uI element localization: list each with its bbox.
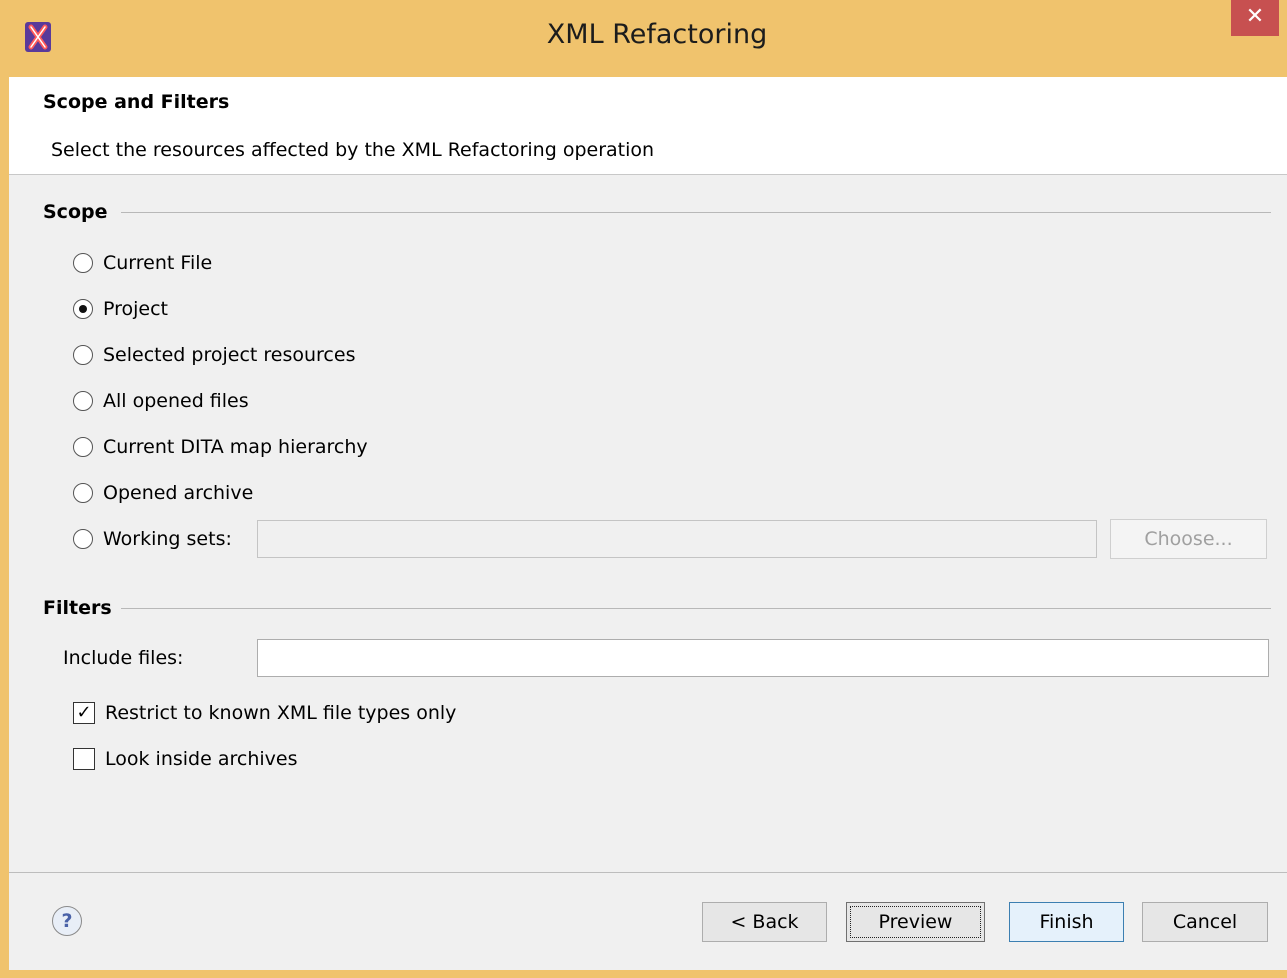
choose-button[interactable]: Choose... <box>1110 519 1267 559</box>
look-inside-archives-row[interactable]: Look inside archives <box>73 745 297 773</box>
look-inside-archives-checkbox[interactable] <box>73 748 95 770</box>
finish-button[interactable]: Finish <box>1009 902 1124 942</box>
radio-label: Project <box>103 298 169 320</box>
radio-opened-archive[interactable]: Opened archive <box>73 479 253 507</box>
page-description: Select the resources affected by the XML… <box>51 139 655 161</box>
close-button[interactable]: ✕ <box>1231 0 1279 36</box>
radio-label: All opened files <box>103 390 249 412</box>
restrict-xml-checkbox[interactable]: ✓ <box>73 702 95 724</box>
radio-button[interactable] <box>73 299 93 319</box>
radio-label: Working sets: <box>103 528 232 550</box>
radio-button[interactable] <box>73 437 93 457</box>
title-bar[interactable]: XML Refactoring ✕ <box>0 0 1287 77</box>
radio-all-opened-files[interactable]: All opened files <box>73 387 249 415</box>
filters-divider <box>121 608 1271 609</box>
radio-label: Opened archive <box>103 482 254 504</box>
radio-button[interactable] <box>73 253 93 273</box>
radio-button[interactable] <box>73 529 93 549</box>
include-files-label: Include files: <box>63 647 184 669</box>
cancel-button[interactable]: Cancel <box>1142 902 1268 942</box>
working-sets-field[interactable] <box>257 520 1097 558</box>
filters-group-title: Filters <box>43 597 112 619</box>
checkbox-label: Look inside archives <box>105 748 298 770</box>
radio-label: Current DITA map hierarchy <box>103 436 368 458</box>
radio-selected-project-resources[interactable]: Selected project resources <box>73 341 355 369</box>
radio-button[interactable] <box>73 483 93 503</box>
radio-project[interactable]: Project <box>73 295 168 323</box>
include-files-input[interactable] <box>257 639 1269 677</box>
wizard-header: Scope and Filters Select the resources a… <box>9 77 1287 175</box>
checkbox-label: Restrict to known XML file types only <box>105 702 457 724</box>
radio-button[interactable] <box>73 345 93 365</box>
scope-divider <box>121 212 1271 213</box>
radio-label: Current File <box>103 252 213 274</box>
preview-button[interactable]: Preview <box>846 902 985 942</box>
radio-current-file[interactable]: Current File <box>73 249 212 277</box>
dialog-body: Scope and Filters Select the resources a… <box>9 77 1287 970</box>
footer-divider <box>9 872 1287 873</box>
scope-group-title: Scope <box>43 201 108 223</box>
back-button[interactable]: < Back <box>702 902 827 942</box>
radio-current-dita-map-hierarchy[interactable]: Current DITA map hierarchy <box>73 433 368 461</box>
radio-label: Selected project resources <box>103 344 356 366</box>
radio-working-sets[interactable]: Working sets: <box>73 525 232 553</box>
help-icon[interactable]: ? <box>52 906 82 936</box>
focus-ring <box>850 906 981 938</box>
restrict-xml-checkbox-row[interactable]: ✓ Restrict to known XML file types only <box>73 699 456 727</box>
page-title: Scope and Filters <box>43 91 230 113</box>
radio-button[interactable] <box>73 391 93 411</box>
window-title: XML Refactoring <box>546 19 768 50</box>
